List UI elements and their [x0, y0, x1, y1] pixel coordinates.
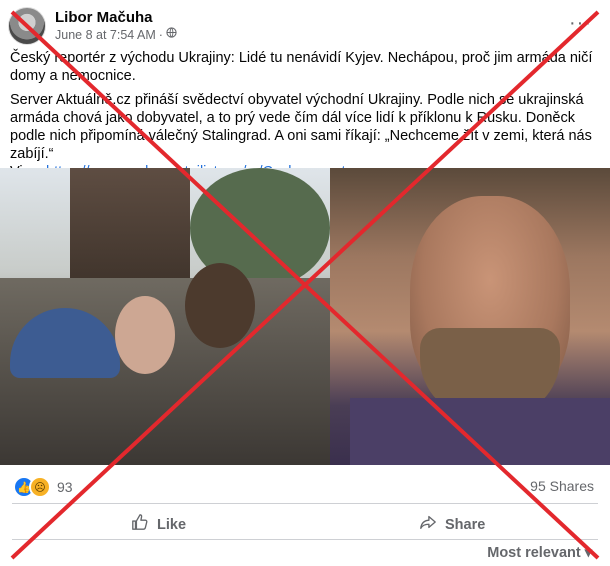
jacket-shape: [350, 398, 610, 465]
chevron-down-icon: ▾: [584, 545, 592, 561]
divider: [12, 539, 598, 540]
comment-sort-dropdown[interactable]: Most relevant ▾: [487, 545, 592, 561]
more-options-icon[interactable]: ···: [569, 12, 592, 35]
like-button[interactable]: Like: [131, 513, 186, 536]
reaction-count: 93: [57, 479, 73, 495]
bald-head-shape: [115, 296, 175, 374]
post-subline: June 8 at 7:54 AM ·: [55, 27, 177, 43]
post-timestamp[interactable]: June 8 at 7:54 AM: [55, 27, 156, 43]
share-label: Share: [445, 516, 486, 533]
shares-count[interactable]: 95 Shares: [530, 478, 594, 494]
author-avatar[interactable]: [8, 7, 46, 45]
post-card: Libor Mačuha June 8 at 7:54 AM · ··· Čes…: [0, 0, 610, 566]
post-meta: Libor Mačuha June 8 at 7:54 AM ·: [55, 9, 177, 43]
sad-reaction-icon: ☹: [29, 476, 51, 498]
post-photo[interactable]: [0, 168, 610, 465]
post-header: Libor Mačuha June 8 at 7:54 AM ·: [8, 6, 177, 46]
like-label: Like: [157, 516, 187, 533]
post-title-text: Český reportér z východu Ukrajiny: Lidé …: [10, 50, 593, 84]
post-text: Český reportér z východu Ukrajiny: Lidé …: [10, 49, 600, 187]
divider: [12, 503, 598, 504]
head-shape: [185, 263, 255, 348]
author-name[interactable]: Libor Mačuha: [55, 9, 177, 27]
sort-label: Most relevant: [487, 545, 581, 561]
meta-separator: ·: [158, 28, 163, 42]
reactions-summary[interactable]: 👍 ☹ 93: [13, 476, 73, 498]
share-arrow-icon: [419, 513, 437, 536]
globe-icon: [166, 27, 177, 43]
post-body: Server Aktuálně.cz přináší svědectví oby…: [10, 92, 592, 162]
thumbs-up-icon: [131, 513, 149, 536]
share-button[interactable]: Share: [419, 513, 485, 536]
